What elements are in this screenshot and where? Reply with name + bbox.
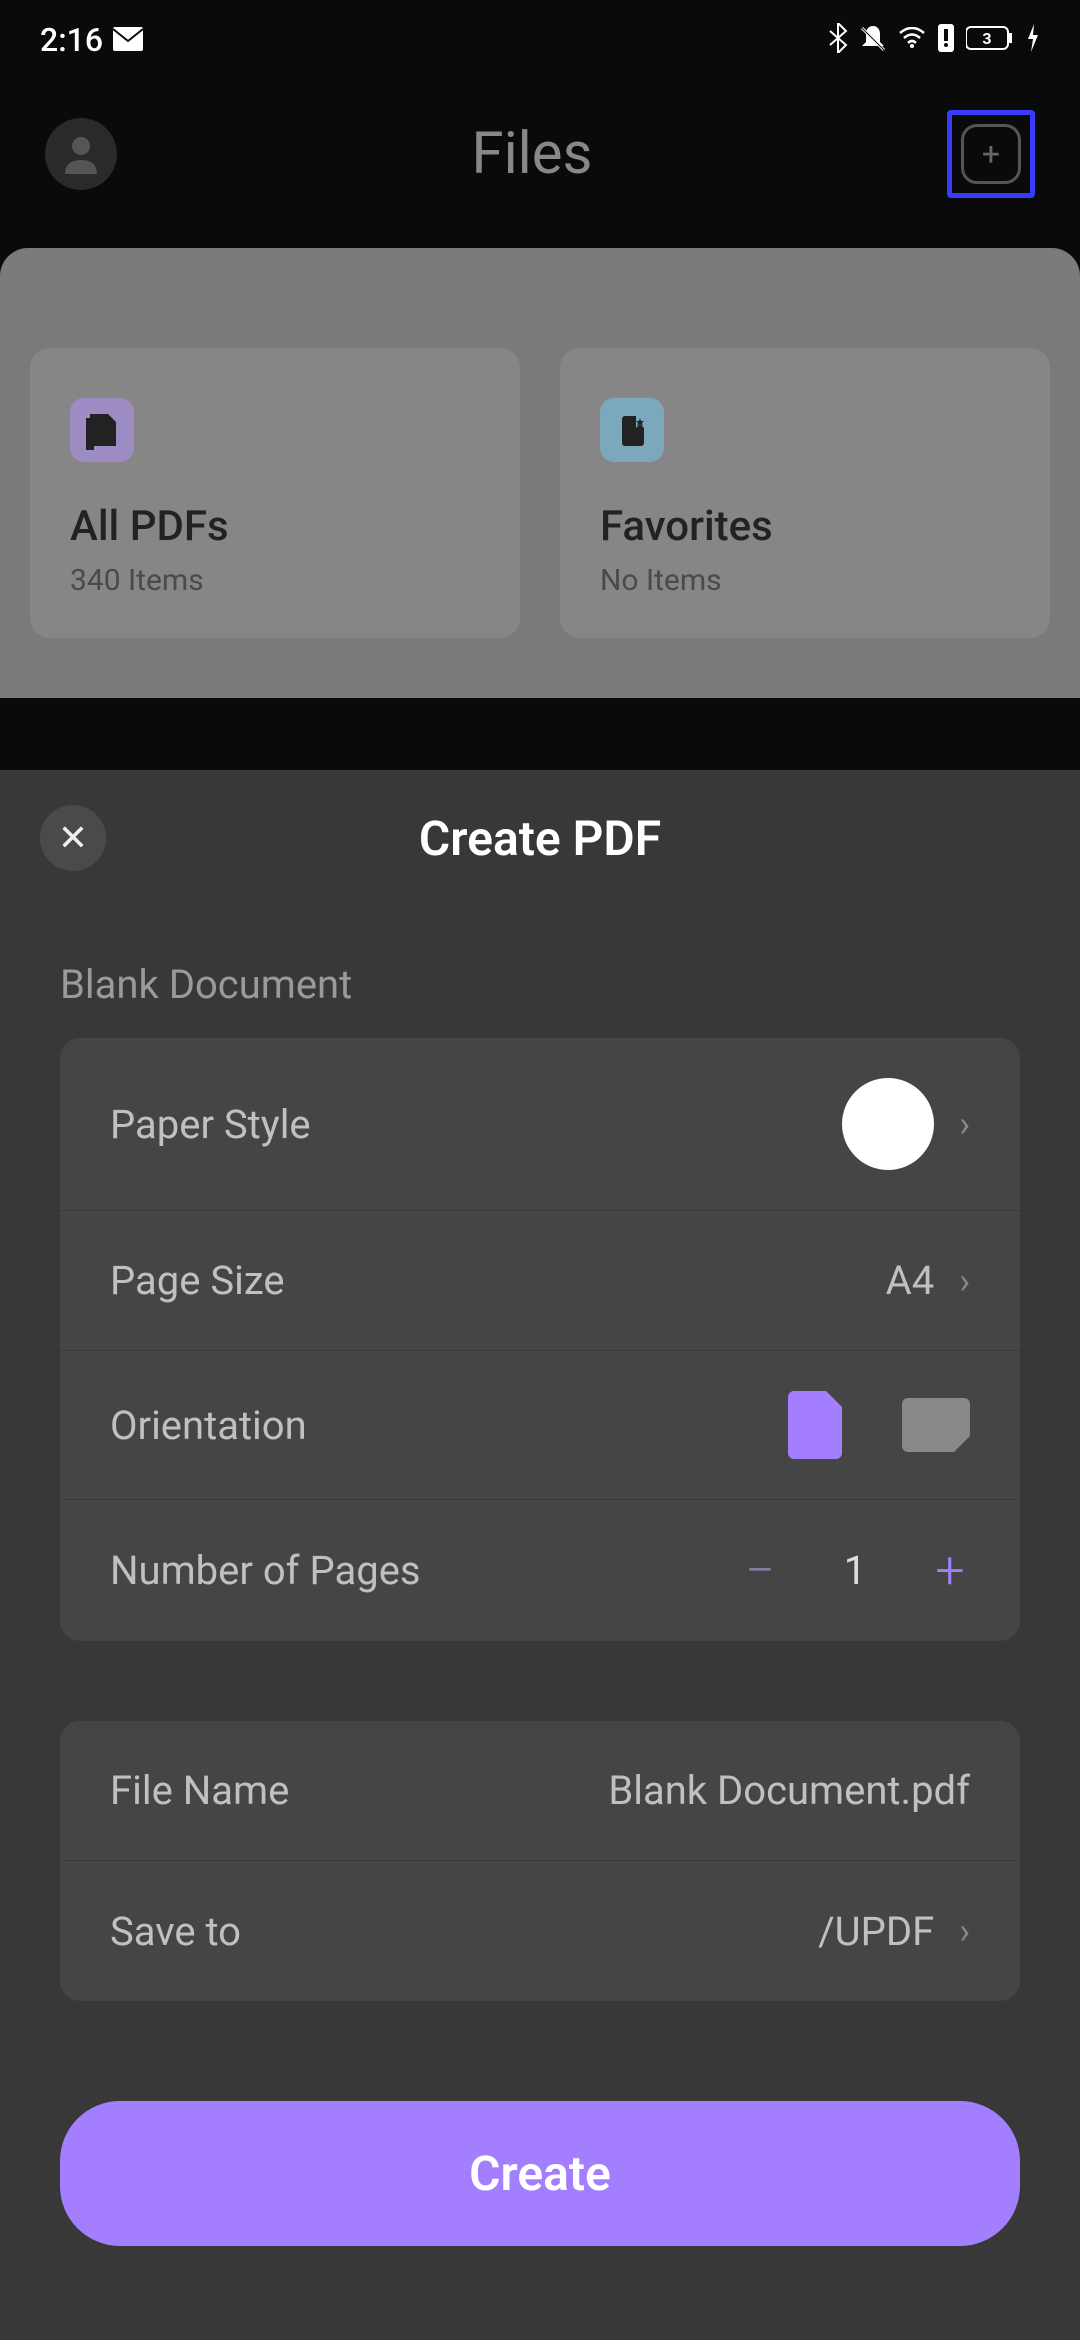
folder-subtitle: 340 Items [70, 563, 480, 598]
status-time: 2:16 [40, 21, 103, 59]
pdf-folder-icon [70, 398, 134, 462]
setting-label: Number of Pages [110, 1547, 421, 1594]
folder-card-all-pdfs[interactable]: All PDFs 340 Items [30, 348, 520, 638]
save-to-value: /UPDF [818, 1908, 934, 1955]
folder-subtitle: No Items [600, 563, 1010, 598]
page-size-value: A4 [886, 1257, 935, 1304]
status-bar: 2:16 3 [0, 0, 1080, 80]
warning-icon [938, 24, 954, 56]
setting-label: Save to [110, 1908, 241, 1955]
notification-muted-icon [860, 24, 886, 56]
bluetooth-icon [828, 23, 848, 57]
chevron-right-icon: › [959, 1103, 970, 1145]
create-pdf-modal: ✕ Create PDF Blank Document Paper Style … [0, 770, 1080, 2340]
chevron-right-icon: › [959, 1910, 970, 1952]
modal-title: Create PDF [40, 810, 1040, 867]
paper-style-preview [842, 1078, 934, 1170]
pages-row: Number of Pages − 1 + [60, 1500, 1020, 1641]
folder-title: All PDFs [70, 502, 480, 551]
decrement-button[interactable]: − [740, 1540, 780, 1601]
page-size-row[interactable]: Page Size A4 › [60, 1211, 1020, 1351]
modal-header: ✕ Create PDF [0, 805, 1080, 911]
mail-icon [113, 21, 143, 59]
app-header: Files + [0, 80, 1080, 248]
pages-value: 1 [840, 1547, 870, 1594]
setting-label: Page Size [110, 1257, 285, 1304]
save-to-row[interactable]: Save to /UPDF › [60, 1861, 1020, 2001]
settings-group-document: Paper Style › Page Size A4 › Orientation… [60, 1038, 1020, 1641]
folder-grid: All PDFs 340 Items Favorites No Items [0, 248, 1080, 698]
orientation-row: Orientation [60, 1351, 1020, 1500]
file-name-value: Blank Document.pdf [608, 1767, 970, 1814]
section-label: Blank Document [0, 911, 1080, 1038]
increment-button[interactable]: + [930, 1540, 970, 1601]
paper-style-row[interactable]: Paper Style › [60, 1038, 1020, 1211]
orientation-portrait-button[interactable] [788, 1391, 842, 1459]
status-left: 2:16 [40, 21, 143, 59]
create-button[interactable]: Create [60, 2101, 1020, 2246]
avatar-icon [59, 130, 103, 178]
orientation-landscape-button[interactable] [902, 1398, 970, 1452]
setting-label: Orientation [110, 1402, 307, 1449]
favorites-folder-icon [600, 398, 664, 462]
folder-title: Favorites [600, 502, 1010, 551]
add-button[interactable]: + [947, 110, 1035, 198]
setting-label: Paper Style [110, 1101, 311, 1148]
page-title: Files [472, 120, 593, 188]
folder-card-favorites[interactable]: Favorites No Items [560, 348, 1050, 638]
status-right: 3 [828, 23, 1040, 57]
pages-stepper: − 1 + [740, 1540, 970, 1601]
wifi-icon [898, 27, 926, 53]
chevron-right-icon: › [959, 1260, 970, 1302]
charging-icon [1026, 24, 1040, 56]
file-name-row[interactable]: File Name Blank Document.pdf [60, 1721, 1020, 1861]
plus-icon: + [961, 124, 1021, 184]
settings-group-file: File Name Blank Document.pdf Save to /UP… [60, 1721, 1020, 2001]
setting-label: File Name [110, 1767, 289, 1814]
battery-icon: 3 [966, 25, 1014, 55]
avatar-button[interactable] [45, 118, 117, 190]
svg-text:3: 3 [982, 29, 991, 48]
